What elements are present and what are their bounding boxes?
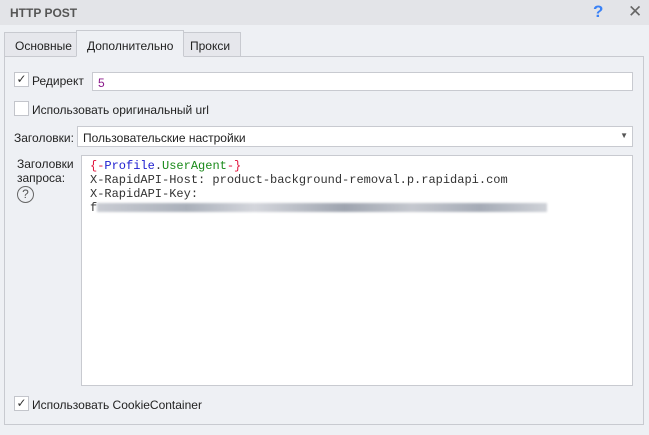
tab-advanced[interactable]: Дополнительно — [76, 30, 185, 57]
headers-selected: Пользовательские настройки — [83, 131, 246, 145]
request-headers-label-1: Заголовки — [17, 157, 74, 171]
headers-label: Заголовки: — [14, 131, 74, 145]
cookie-label: Использовать CookieContainer — [32, 398, 202, 412]
original-url-checkbox[interactable] — [14, 101, 29, 116]
cookie-checkbox[interactable]: ✓ — [14, 396, 29, 411]
close-icon[interactable]: ✕ — [628, 2, 642, 22]
redirect-checkbox[interactable]: ✓ — [14, 72, 29, 87]
chevron-down-icon: ▼ — [620, 131, 628, 140]
redirect-label: Редирект — [32, 74, 84, 88]
headers-select[interactable]: Пользовательские настройки ▼ — [77, 126, 633, 147]
help-icon[interactable]: ? — [593, 2, 603, 22]
redirect-input[interactable]: 5 — [92, 72, 633, 91]
key-line: X-RapidAPI-Key: — [90, 187, 199, 201]
host-line: X-RapidAPI-Host: product-background-remo… — [90, 173, 508, 187]
tab-basic[interactable]: Основные — [4, 32, 83, 57]
title-bar: HTTP POST ? ✕ — [0, 0, 649, 25]
help-circle-icon[interactable]: ? — [17, 186, 34, 203]
tab-proxy[interactable]: Прокси — [179, 32, 242, 57]
redacted-key — [97, 203, 548, 213]
request-headers-label-2: запроса: — [17, 171, 66, 185]
request-headers-textarea[interactable]: {-Profile.UserAgent-} X-RapidAPI-Host: p… — [81, 155, 633, 386]
original-url-label: Использовать оригинальный url — [32, 103, 209, 117]
window-title: HTTP POST — [10, 6, 78, 20]
